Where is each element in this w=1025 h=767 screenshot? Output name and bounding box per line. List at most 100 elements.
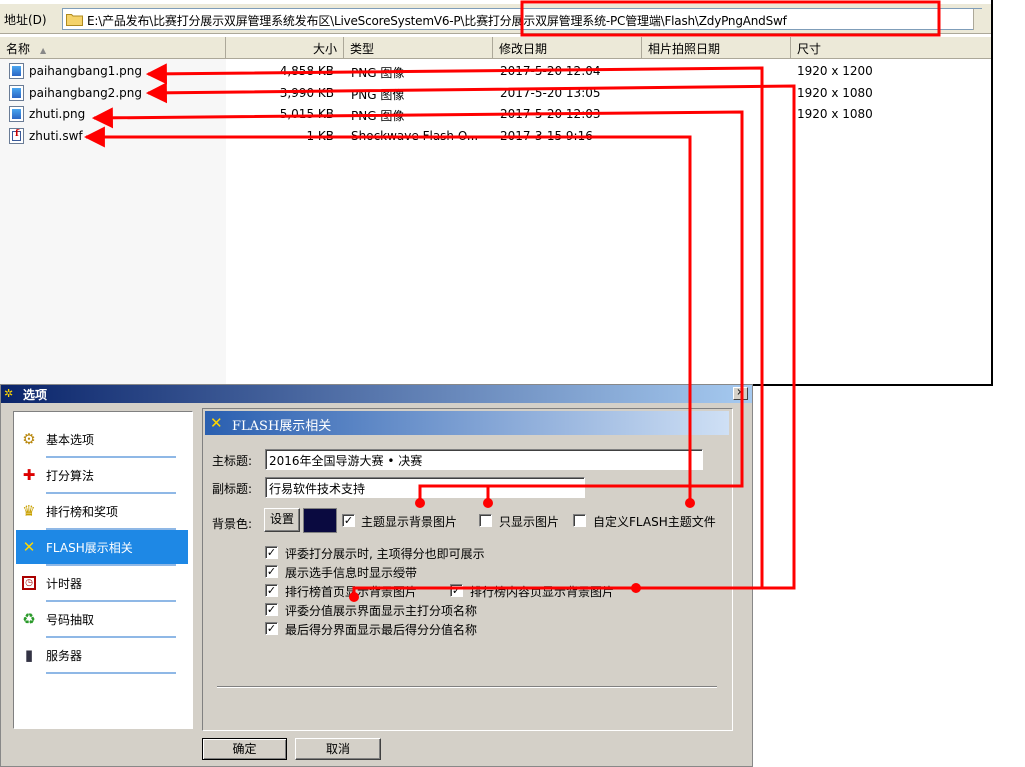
- panel-title: FLASH展示相关: [232, 419, 332, 434]
- column-dimensions[interactable]: 尺寸: [791, 37, 991, 59]
- column-type-label: 类型: [350, 42, 375, 56]
- nav-item-basic[interactable]: ⚙ 基本选项: [16, 422, 188, 456]
- check-mark-icon: ✓: [343, 514, 354, 527]
- checkbox-image-only[interactable]: [479, 514, 492, 527]
- address-scroll[interactable]: [973, 9, 982, 30]
- swf-file-icon: [9, 128, 24, 144]
- column-dimensions-label: 尺寸: [797, 42, 822, 56]
- file-explorer-window: 地址(D) E:\产品发布\比赛打分展示双屏管理系统发布区\LiveScoreS…: [0, 0, 993, 386]
- file-type: PNG 图像: [351, 109, 405, 123]
- nav-item-label: 服务器: [46, 649, 83, 663]
- file-dimensions: 1920 x 1080: [797, 86, 873, 100]
- file-size: 5,015 KB: [279, 107, 334, 121]
- file-type: Shockwave Flash O...: [351, 129, 479, 143]
- checkbox-option[interactable]: ✓: [265, 603, 278, 616]
- address-label: 地址(D): [4, 13, 47, 27]
- checkbox-option-label: 评委分值展示界面显示主打分项名称: [285, 604, 478, 618]
- close-button[interactable]: ×: [733, 387, 748, 400]
- nav-separator: [46, 672, 176, 674]
- bgcolor-swatch[interactable]: [303, 508, 337, 533]
- nav-item-scoring[interactable]: ✚ 打分算法: [16, 458, 188, 492]
- file-size: 3,990 KB: [279, 86, 334, 100]
- flash-tools-icon: ✕: [22, 538, 36, 556]
- checkbox-option[interactable]: ✓: [265, 565, 278, 578]
- column-modified[interactable]: 修改日期: [493, 37, 642, 59]
- subtitle-label: 副标题:: [212, 482, 253, 496]
- gear-icon: ⚙: [22, 430, 36, 448]
- subtitle-input[interactable]: 行易软件技术支持: [265, 477, 585, 498]
- png-file-icon: [9, 85, 24, 101]
- nav-item-ranking[interactable]: ♛ 排行榜和奖项: [16, 494, 188, 528]
- set-color-button[interactable]: 设置: [264, 508, 300, 532]
- checkbox-custom-flash[interactable]: [573, 514, 586, 527]
- column-type[interactable]: 类型: [344, 37, 493, 59]
- plus-icon: ✚: [22, 466, 36, 484]
- ok-button[interactable]: 确定: [202, 738, 287, 760]
- file-row[interactable]: paihangbang2.png 3,990 KB PNG 图像 2017-5-…: [0, 83, 991, 104]
- checkbox-theme-bg[interactable]: ✓: [342, 514, 355, 527]
- checkbox-option[interactable]: ✓: [265, 546, 278, 559]
- file-size: 4,858 KB: [279, 64, 334, 78]
- checkbox-option-label: 评委打分展示时, 主项得分也即可展示: [285, 547, 485, 561]
- file-row[interactable]: zhuti.swf 1 KB Shockwave Flash O... 2017…: [0, 126, 991, 147]
- file-modified: 2017-3-15 9:16: [500, 129, 593, 143]
- check-mark-icon: ✓: [266, 584, 277, 597]
- main-title-input[interactable]: 2016年全国导游大赛 • 决赛: [265, 449, 703, 470]
- dialog-titlebar[interactable]: ✲ 选项 ×: [1, 385, 752, 403]
- file-dimensions: 1920 x 1080: [797, 107, 873, 121]
- file-size: 1 KB: [306, 129, 334, 143]
- file-name: paihangbang2.png: [29, 86, 142, 100]
- checkbox-option-label: 最后得分界面显示最后得分分值名称: [285, 623, 478, 637]
- nav-item-server[interactable]: ▮ 服务器: [16, 638, 188, 672]
- file-modified: 2017-5-20 12:04: [500, 64, 601, 78]
- flash-tools-icon: ✕: [210, 414, 223, 432]
- app-icon: ✲: [4, 387, 14, 400]
- folder-icon: [66, 14, 83, 26]
- checkbox-option-label: 展示选手信息时显示绶带: [285, 566, 418, 580]
- file-row[interactable]: zhuti.png 5,015 KB PNG 图像 2017-5-20 12:0…: [0, 104, 991, 125]
- column-size[interactable]: 大小: [226, 37, 344, 59]
- main-title-label: 主标题:: [212, 454, 253, 468]
- checkbox-option[interactable]: ✓: [265, 622, 278, 635]
- panel-header: ✕ FLASH展示相关: [205, 411, 729, 435]
- png-file-icon: [9, 106, 24, 122]
- file-type: PNG 图像: [351, 88, 405, 102]
- options-nav: ⚙ 基本选项 ✚ 打分算法 ♛ 排行榜和奖项 ✕ FLASH展示相关 ◷ 计时器: [13, 411, 193, 729]
- file-name: zhuti.swf: [29, 129, 83, 143]
- checkbox-option[interactable]: ✓: [265, 584, 278, 597]
- column-name[interactable]: 名称 ▲: [0, 37, 226, 59]
- nav-item-timer[interactable]: ◷ 计时器: [16, 566, 188, 600]
- server-icon: ▮: [24, 646, 34, 664]
- checkbox-custom-flash-label: 自定义FLASH主题文件: [593, 515, 716, 529]
- recycle-icon: ♻: [22, 610, 36, 628]
- nav-item-flash[interactable]: ✕ FLASH展示相关: [16, 530, 188, 564]
- dialog-title: 选项: [23, 388, 48, 402]
- checkbox-option[interactable]: ✓: [450, 584, 463, 597]
- png-file-icon: [9, 63, 24, 79]
- column-photo-date[interactable]: 相片拍照日期: [642, 37, 791, 59]
- nav-item-label: 号码抽取: [46, 613, 95, 627]
- file-dimensions: 1920 x 1200: [797, 64, 873, 78]
- address-input[interactable]: E:\产品发布\比赛打分展示双屏管理系统发布区\LiveScoreSystemV…: [62, 8, 982, 30]
- nav-item-label: 计时器: [46, 577, 83, 591]
- file-name: zhuti.png: [29, 107, 86, 121]
- nav-item-lottery[interactable]: ♻ 号码抽取: [16, 602, 188, 636]
- column-size-label: 大小: [312, 42, 337, 56]
- bgcolor-label: 背景色:: [212, 517, 253, 531]
- file-modified: 2017-5-20 12:03: [500, 107, 601, 121]
- check-mark-icon: ✓: [266, 622, 277, 635]
- cancel-button[interactable]: 取消: [295, 738, 381, 760]
- file-name: paihangbang1.png: [29, 64, 142, 78]
- check-mark-icon: ✓: [266, 546, 277, 559]
- checkbox-theme-bg-label: 主题显示背景图片: [361, 515, 458, 529]
- timer-icon: ◷: [22, 576, 36, 590]
- check-mark-icon: ✓: [266, 603, 277, 616]
- sort-ascending-icon: ▲: [40, 46, 47, 55]
- nav-item-label: 打分算法: [46, 469, 95, 483]
- check-mark-icon: ✓: [266, 565, 277, 578]
- options-dialog: ✲ 选项 × ⚙ 基本选项 ✚ 打分算法 ♛ 排行榜和奖项 ✕ FLASH展示相…: [0, 384, 753, 767]
- nav-item-label: 排行榜和奖项: [46, 505, 119, 519]
- file-modified: 2017-5-20 13:05: [500, 86, 601, 100]
- file-row[interactable]: paihangbang1.png 4,858 KB PNG 图像 2017-5-…: [0, 61, 991, 82]
- column-name-label: 名称: [6, 42, 31, 56]
